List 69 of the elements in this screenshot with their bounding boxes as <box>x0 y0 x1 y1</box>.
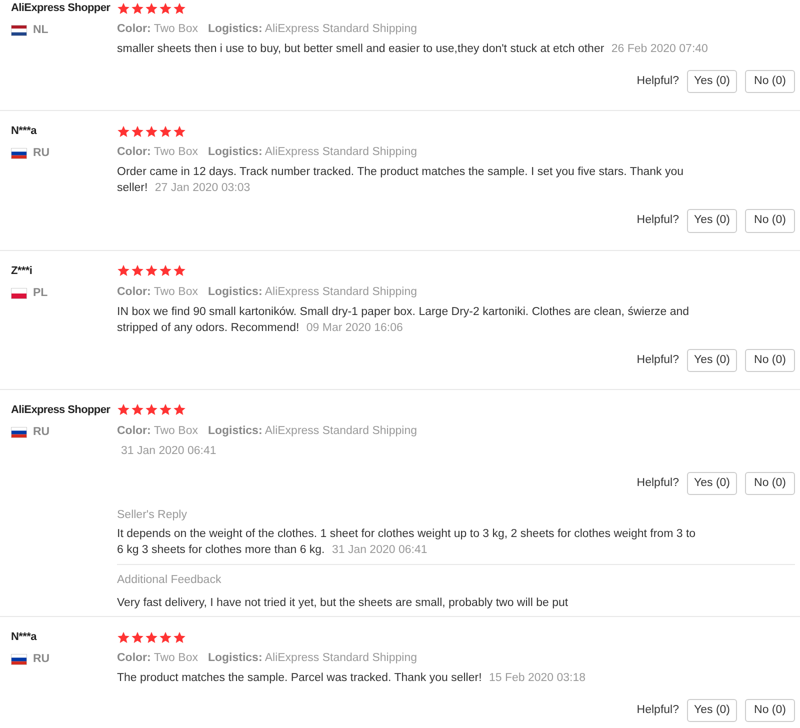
helpful-label: Helpful? <box>636 352 679 368</box>
star-icon <box>173 403 186 416</box>
yes-button[interactable]: Yes (0) <box>687 472 737 495</box>
reviewer-name: AliExpress Shopper <box>11 402 112 418</box>
logistics-info: Logistics: AliExpress Standard Shipping <box>208 146 417 158</box>
star-icon <box>159 264 172 277</box>
logistics-info: Logistics: AliExpress Standard Shipping <box>208 652 417 664</box>
star-icon <box>117 264 130 277</box>
star-icon <box>131 2 144 14</box>
star-icon <box>145 2 158 14</box>
star-icon <box>173 264 186 277</box>
reviewer-name: Z***i <box>11 264 34 278</box>
review-text: IN box we find 90 small kartoników. Small dry-1 paper box. Large Dry-2 kartoniki. Clothes are clean, świerze and stripped of any odors. Recommend! 09 Mar 2020 16:06 <box>117 304 690 336</box>
star-icon <box>131 264 144 277</box>
star-icon <box>173 124 186 138</box>
star-icon <box>145 630 158 644</box>
star-icon <box>131 403 144 416</box>
reviewer-name: N***a <box>11 124 38 140</box>
star-icon <box>159 403 172 416</box>
no-button[interactable]: No (0) <box>745 699 795 722</box>
logistics-info: Logistics: AliExpress Standard Shipping <box>208 286 417 298</box>
star-icon <box>145 403 158 416</box>
helpful-label: Helpful? <box>636 213 679 228</box>
review-text: The product matches the sample. Parcel was tracked. Thank you seller! 15 Feb 2020 03:18 <box>117 671 587 686</box>
feedback-title: Additional Feedback <box>117 573 222 588</box>
color-info: Color: Two Box <box>117 286 198 298</box>
country-code: PL <box>33 286 48 300</box>
logistics-info: Logistics: AliExpress Standard Shipping <box>208 424 417 437</box>
no-button[interactable]: No (0) <box>745 472 795 495</box>
star-icon <box>131 124 144 138</box>
feedback-text: Very fast delivery, I have not tried it yet, but the sheets are small, probably two will be put <box>117 596 570 611</box>
country-code: RU <box>33 424 50 440</box>
helpful-label: Helpful? <box>636 476 679 491</box>
star-icon <box>117 403 130 416</box>
star-icon <box>145 124 158 138</box>
star-icon <box>145 264 158 277</box>
no-button[interactable]: No (0) <box>745 348 795 372</box>
logistics-info: Logistics: AliExpress Standard Shipping <box>208 23 417 35</box>
country-code: NL <box>33 23 48 38</box>
star-icon <box>131 630 144 644</box>
star-icon <box>117 124 130 138</box>
star-icon <box>159 124 172 138</box>
reviewer-name: N***a <box>11 630 38 645</box>
yes-button[interactable]: Yes (0) <box>687 70 737 94</box>
no-button[interactable]: No (0) <box>745 70 795 94</box>
helpful-label: Helpful? <box>636 703 679 718</box>
yes-button[interactable]: Yes (0) <box>687 348 737 372</box>
color-info: Color: Two Box <box>117 424 198 437</box>
no-button[interactable]: No (0) <box>745 209 795 232</box>
star-icon <box>159 630 172 644</box>
color-info: Color: Two Box <box>117 23 198 35</box>
star-icon <box>173 630 186 644</box>
seller-reply-text: It depends on the weight of the clothes. 1 sheet for clothes weight up to 3 kg, 2 sheets for clothes weight from 3 to 6 kg 3 sheets for clothes more than 6 kg. 31 Jan 2020 06:41 <box>117 527 697 558</box>
star-icon <box>117 2 130 14</box>
star-icon <box>173 2 186 14</box>
country-code: RU <box>33 652 50 667</box>
color-info: Color: Two Box <box>117 652 198 664</box>
color-info: Color: Two Box <box>117 146 198 158</box>
yes-button[interactable]: Yes (0) <box>687 209 737 232</box>
country-code: RU <box>33 146 50 162</box>
seller-reply-title: Seller's Reply <box>117 508 188 523</box>
review-text: Order came in 12 days. Track number tracked. The product matches the sample. I set you five stars. Thank you seller! 27 Jan 2020 03:03 <box>117 165 685 196</box>
helpful-label: Helpful? <box>636 74 679 89</box>
star-icon <box>159 2 172 14</box>
reviewer-name: AliExpress Shopper <box>11 1 112 16</box>
review-text: smaller sheets then i use to buy, but better smell and easier to use,they don't stuck at etch other 26 Feb 2020 07:40 <box>117 42 709 57</box>
review-date: 31 Jan 2020 06:41 <box>120 444 218 459</box>
yes-button[interactable]: Yes (0) <box>687 699 737 722</box>
star-icon <box>117 630 130 644</box>
